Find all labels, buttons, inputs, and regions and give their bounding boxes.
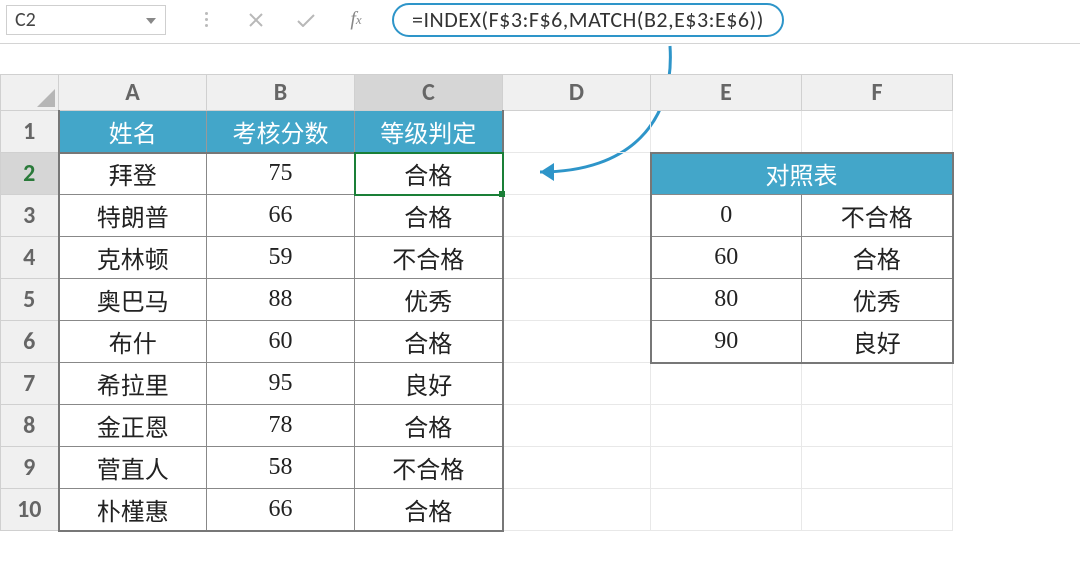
cancel-icon[interactable]: [242, 6, 270, 34]
cell-A7[interactable]: 希拉里: [59, 363, 207, 405]
worksheet-grid[interactable]: A B C D E F 1 姓名 考核分数 等级判定 2 拜登 75 合格 对照…: [0, 74, 954, 532]
formula-text: =INDEX(F$3:F$6,MATCH(B2,E$3:E$6)): [412, 6, 764, 33]
formula-bar: C2 fx =INDEX(F$3:F$6,MATCH(B2,E$3:E$6)): [0, 0, 1080, 44]
cell-C2[interactable]: 合格: [355, 153, 503, 195]
cell-D8[interactable]: [503, 405, 651, 447]
cell-F8[interactable]: [802, 405, 953, 447]
col-header-B[interactable]: B: [207, 75, 355, 111]
cell-E7[interactable]: [651, 363, 802, 405]
enter-icon[interactable]: [292, 6, 320, 34]
cell-E10[interactable]: [651, 489, 802, 531]
row-header[interactable]: 8: [1, 405, 59, 447]
cell-B9[interactable]: 58: [207, 447, 355, 489]
cell-D2[interactable]: [503, 153, 651, 195]
col-header-F[interactable]: F: [802, 75, 953, 111]
cell-F3[interactable]: 不合格: [802, 195, 953, 237]
cell-E8[interactable]: [651, 405, 802, 447]
cell-E4[interactable]: 60: [651, 237, 802, 279]
cell-E2F2[interactable]: 对照表: [651, 153, 953, 195]
cell-A2[interactable]: 拜登: [59, 153, 207, 195]
cell-C3[interactable]: 合格: [355, 195, 503, 237]
cell-E5[interactable]: 80: [651, 279, 802, 321]
name-box-value: C2: [15, 8, 36, 32]
cell-A8[interactable]: 金正恩: [59, 405, 207, 447]
formula-input[interactable]: =INDEX(F$3:F$6,MATCH(B2,E$3:E$6)): [392, 3, 784, 37]
cell-A6[interactable]: 布什: [59, 321, 207, 363]
formula-buttons: fx: [192, 6, 370, 34]
cell-F1[interactable]: [802, 111, 953, 153]
row-header[interactable]: 1: [1, 111, 59, 153]
cell-A3[interactable]: 特朗普: [59, 195, 207, 237]
row-header[interactable]: 2: [1, 153, 59, 195]
cell-A4[interactable]: 克林顿: [59, 237, 207, 279]
cell-F9[interactable]: [802, 447, 953, 489]
row-header[interactable]: 3: [1, 195, 59, 237]
cell-D10[interactable]: [503, 489, 651, 531]
cell-F10[interactable]: [802, 489, 953, 531]
col-header-C[interactable]: C: [355, 75, 503, 111]
cell-E6[interactable]: 90: [651, 321, 802, 363]
cell-C9[interactable]: 不合格: [355, 447, 503, 489]
more-icon[interactable]: [192, 6, 220, 34]
cell-C8[interactable]: 合格: [355, 405, 503, 447]
cell-D9[interactable]: [503, 447, 651, 489]
col-header-D[interactable]: D: [503, 75, 651, 111]
cell-D7[interactable]: [503, 363, 651, 405]
cell-B6[interactable]: 60: [207, 321, 355, 363]
row-header[interactable]: 5: [1, 279, 59, 321]
cell-C1[interactable]: 等级判定: [355, 111, 503, 153]
name-box[interactable]: C2: [6, 5, 166, 35]
row-header[interactable]: 6: [1, 321, 59, 363]
cell-A9[interactable]: 菅直人: [59, 447, 207, 489]
cell-B8[interactable]: 78: [207, 405, 355, 447]
cell-F4[interactable]: 合格: [802, 237, 953, 279]
cell-B1[interactable]: 考核分数: [207, 111, 355, 153]
row-header[interactable]: 7: [1, 363, 59, 405]
cell-E9[interactable]: [651, 447, 802, 489]
cell-F5[interactable]: 优秀: [802, 279, 953, 321]
cell-F7[interactable]: [802, 363, 953, 405]
cell-D5[interactable]: [503, 279, 651, 321]
insert-function-icon[interactable]: fx: [342, 6, 370, 34]
cell-C5[interactable]: 优秀: [355, 279, 503, 321]
cell-A10[interactable]: 朴槿惠: [59, 489, 207, 531]
cell-B2[interactable]: 75: [207, 153, 355, 195]
cell-A1[interactable]: 姓名: [59, 111, 207, 153]
col-header-E[interactable]: E: [651, 75, 802, 111]
select-all-corner[interactable]: [1, 75, 59, 111]
cell-A5[interactable]: 奥巴马: [59, 279, 207, 321]
cell-C4[interactable]: 不合格: [355, 237, 503, 279]
cell-C6[interactable]: 合格: [355, 321, 503, 363]
col-header-A[interactable]: A: [59, 75, 207, 111]
cell-E3[interactable]: 0: [651, 195, 802, 237]
cell-D6[interactable]: [503, 321, 651, 363]
cell-B4[interactable]: 59: [207, 237, 355, 279]
cell-C7[interactable]: 良好: [355, 363, 503, 405]
chevron-down-icon[interactable]: [141, 10, 161, 32]
cell-B10[interactable]: 66: [207, 489, 355, 531]
cell-D1[interactable]: [503, 111, 651, 153]
row-header[interactable]: 4: [1, 237, 59, 279]
cell-D3[interactable]: [503, 195, 651, 237]
cell-D4[interactable]: [503, 237, 651, 279]
cell-F6[interactable]: 良好: [802, 321, 953, 363]
cell-B7[interactable]: 95: [207, 363, 355, 405]
row-header[interactable]: 9: [1, 447, 59, 489]
row-header[interactable]: 10: [1, 489, 59, 531]
cell-B3[interactable]: 66: [207, 195, 355, 237]
cell-B5[interactable]: 88: [207, 279, 355, 321]
cell-E1[interactable]: [651, 111, 802, 153]
cell-C10[interactable]: 合格: [355, 489, 503, 531]
